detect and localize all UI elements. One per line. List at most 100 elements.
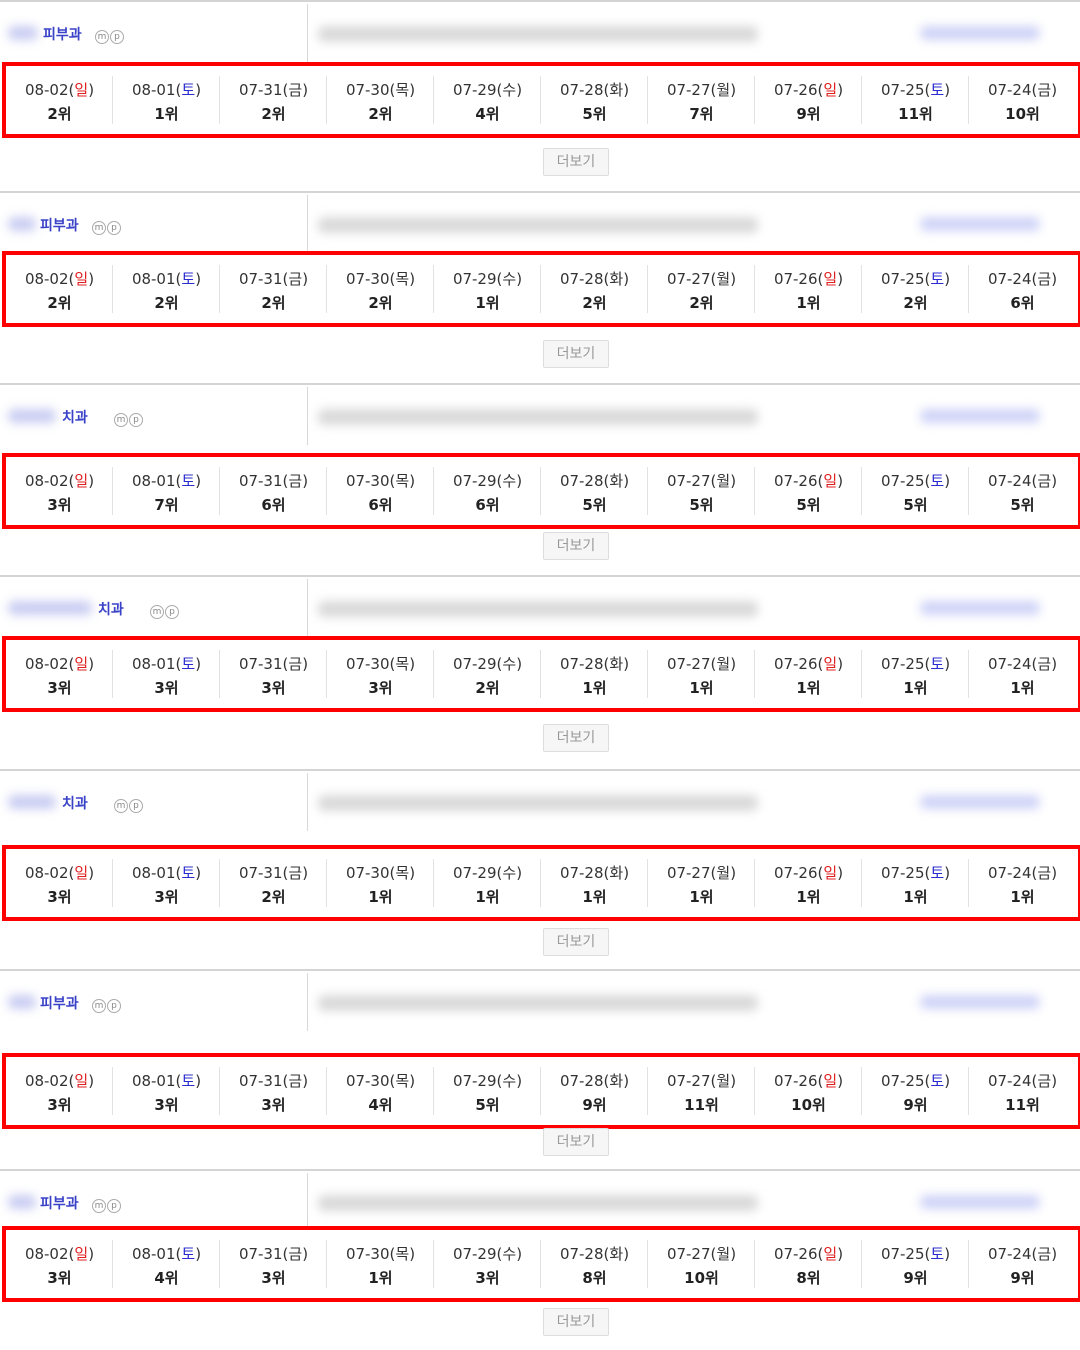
more-button[interactable]: 더보기 xyxy=(543,1128,609,1156)
rank-value: 2위 xyxy=(261,105,286,123)
pc-icon[interactable]: p xyxy=(107,1199,121,1213)
mobile-icon[interactable]: m xyxy=(92,221,106,235)
date-md: 07-25 xyxy=(880,81,925,99)
mobile-icon[interactable]: m xyxy=(92,999,106,1013)
date-label: 07-26(일) xyxy=(773,81,844,99)
date-label: 07-30(목) xyxy=(345,472,416,490)
rank-value: 9위 xyxy=(796,105,821,123)
rank-cell: 07-26(일) 1위 xyxy=(755,849,862,917)
pc-icon[interactable]: p xyxy=(129,413,143,427)
weekday: 일 xyxy=(74,81,89,99)
rank-cell: 07-27(월) 5위 xyxy=(648,457,755,525)
date-md: 08-01 xyxy=(131,472,176,490)
date-label: 07-28(화) xyxy=(559,864,630,882)
weekday: 금 xyxy=(1037,655,1052,673)
rank-cell: 07-31(금) 3위 xyxy=(220,1230,327,1298)
more-button[interactable]: 더보기 xyxy=(543,724,609,752)
date-md: 07-30 xyxy=(345,655,390,673)
date-label: 07-29(수) xyxy=(452,1245,523,1263)
rank-cell: 07-26(일) 1위 xyxy=(755,255,862,323)
pc-icon[interactable]: p xyxy=(129,799,143,813)
category-label[interactable]: 피부과 xyxy=(43,24,82,44)
mobile-icon[interactable]: m xyxy=(114,413,128,427)
header-divider xyxy=(307,387,308,445)
redacted-keyword xyxy=(920,995,1040,1009)
pc-icon[interactable]: p xyxy=(165,605,179,619)
weekday: 월 xyxy=(716,1072,731,1090)
more-button[interactable]: 더보기 xyxy=(543,148,609,176)
rank-cell: 07-26(일) 1위 xyxy=(755,640,862,708)
date-md: 07-26 xyxy=(773,270,818,288)
date-label: 07-27(월) xyxy=(666,81,737,99)
weekday: 금 xyxy=(288,864,303,882)
date-md: 07-24 xyxy=(987,472,1032,490)
weekday: 토 xyxy=(930,864,945,882)
rank-cell: 08-02(일) 3위 xyxy=(6,640,113,708)
category-label[interactable]: 피부과 xyxy=(40,215,79,235)
date-label: 07-25(토) xyxy=(880,1245,951,1263)
rank-value: 11위 xyxy=(1005,1096,1040,1114)
rank-value: 7위 xyxy=(689,105,714,123)
date-md: 07-26 xyxy=(773,1072,818,1090)
entry-separator xyxy=(0,0,1080,2)
rank-cell: 08-02(일) 3위 xyxy=(6,1057,113,1125)
date-md: 07-30 xyxy=(345,81,390,99)
mobile-icon[interactable]: m xyxy=(92,1199,106,1213)
rank-value: 2위 xyxy=(47,294,72,312)
mobile-icon[interactable]: m xyxy=(150,605,164,619)
category-label[interactable]: 치과 xyxy=(62,407,88,427)
rank-value: 4위 xyxy=(368,1096,393,1114)
more-button[interactable]: 더보기 xyxy=(543,532,609,560)
category-label[interactable]: 피부과 xyxy=(40,993,79,1013)
date-md: 07-31 xyxy=(238,81,283,99)
more-button[interactable]: 더보기 xyxy=(543,340,609,368)
rank-cell: 07-31(금) 3위 xyxy=(220,1057,327,1125)
rank-cell: 07-31(금) 3위 xyxy=(220,640,327,708)
weekday: 토 xyxy=(181,270,196,288)
date-label: 07-30(목) xyxy=(345,1072,416,1090)
date-label: 07-25(토) xyxy=(880,472,951,490)
pc-icon[interactable]: p xyxy=(107,221,121,235)
rank-value: 3위 xyxy=(47,679,72,697)
rank-value: 1위 xyxy=(796,888,821,906)
rank-cell: 07-30(목) 1위 xyxy=(327,1230,434,1298)
pc-icon[interactable]: p xyxy=(107,999,121,1013)
rank-history-box: 08-02(일) 3위 08-01(토) 3위 07-31(금) 3위 07-30(목) 4위… xyxy=(2,1053,1080,1129)
date-md: 07-26 xyxy=(773,864,818,882)
date-md: 08-01 xyxy=(131,1072,176,1090)
rank-cell: 07-29(수) 1위 xyxy=(434,849,541,917)
mobile-icon[interactable]: m xyxy=(114,799,128,813)
date-label: 07-29(수) xyxy=(452,270,523,288)
rank-value: 6위 xyxy=(261,496,286,514)
redacted-name xyxy=(8,795,56,809)
entry-separator xyxy=(0,769,1080,771)
category-label[interactable]: 피부과 xyxy=(40,1193,79,1213)
rank-cell: 07-25(토) 1위 xyxy=(862,640,969,708)
rank-cell: 07-25(토) 5위 xyxy=(862,457,969,525)
more-button[interactable]: 더보기 xyxy=(543,928,609,956)
date-md: 07-25 xyxy=(880,472,925,490)
date-md: 07-25 xyxy=(880,655,925,673)
date-md: 07-29 xyxy=(452,1072,497,1090)
date-md: 08-02 xyxy=(24,270,69,288)
rank-value: 10위 xyxy=(1005,105,1040,123)
weekday: 토 xyxy=(181,1072,196,1090)
date-md: 07-28 xyxy=(559,1072,604,1090)
pc-icon[interactable]: p xyxy=(110,30,124,44)
rank-cell: 08-01(토) 7위 xyxy=(113,457,220,525)
rank-cell: 07-26(일) 5위 xyxy=(755,457,862,525)
date-md: 07-28 xyxy=(559,655,604,673)
mobile-icon[interactable]: m xyxy=(95,30,109,44)
date-md: 08-01 xyxy=(131,1245,176,1263)
date-md: 07-27 xyxy=(666,1245,711,1263)
more-button[interactable]: 더보기 xyxy=(543,1308,609,1336)
weekday: 토 xyxy=(930,1072,945,1090)
date-md: 07-27 xyxy=(666,1072,711,1090)
category-label[interactable]: 치과 xyxy=(98,599,124,619)
weekday: 월 xyxy=(716,864,731,882)
date-md: 07-31 xyxy=(238,1072,283,1090)
category-label[interactable]: 치과 xyxy=(62,793,88,813)
date-label: 08-02(일) xyxy=(24,864,95,882)
date-label: 07-31(금) xyxy=(238,270,309,288)
rank-cell: 08-01(토) 3위 xyxy=(113,1057,220,1125)
